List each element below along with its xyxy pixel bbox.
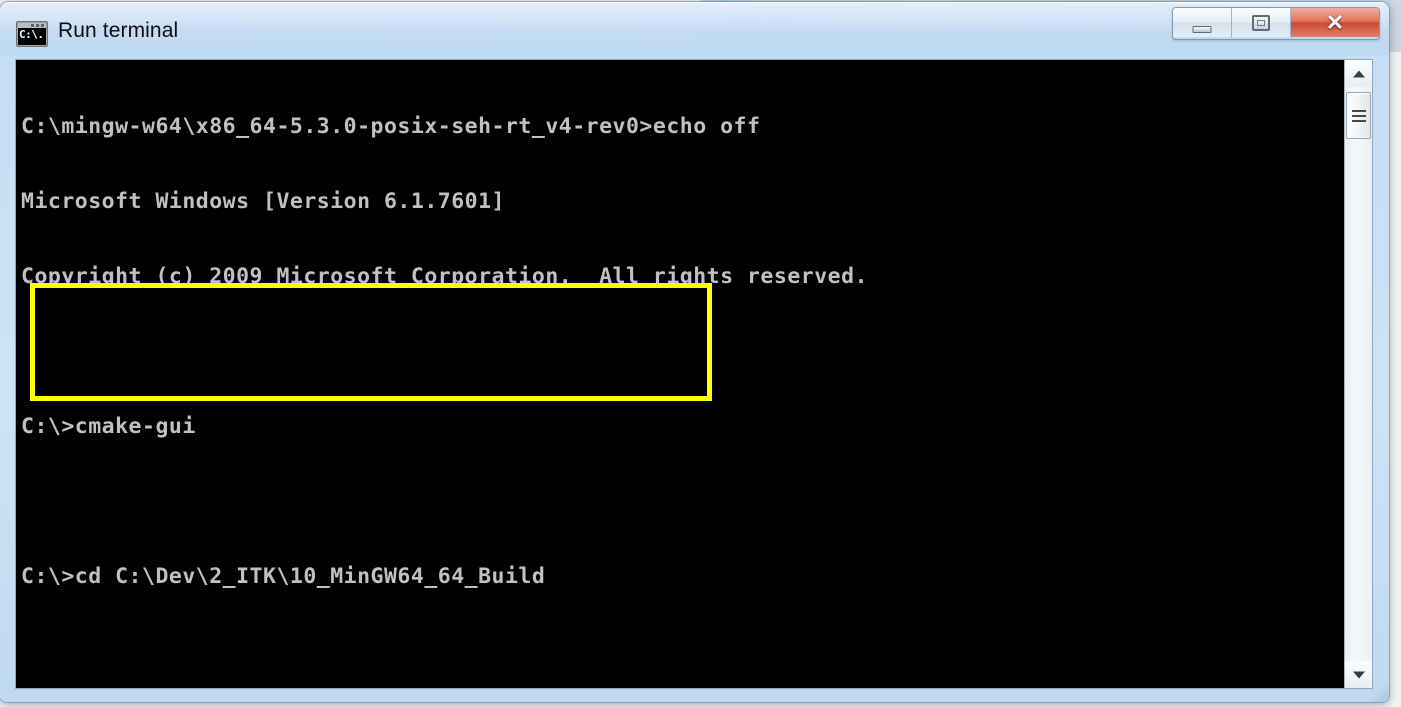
console-scrollbar[interactable] — [1344, 60, 1372, 688]
console-output: C:\mingw-w64\x86_64-5.3.0-posix-seh-rt_v… — [21, 64, 1342, 688]
console-line: Copyright (c) 2009 Microsoft Corporation… — [21, 264, 868, 289]
terminal-window: C:\. Run terminal ✕ C:\mingw-w64\x86_64-… — [0, 2, 1389, 702]
thumb-grip-line — [1352, 115, 1366, 117]
scroll-up-arrow-icon — [1352, 70, 1365, 77]
thumb-grip-line — [1352, 110, 1366, 112]
maximize-icon — [1252, 14, 1270, 31]
screen: C:\. Run terminal ✕ C:\mingw-w64\x86_64-… — [0, 0, 1401, 707]
console-line: C:\>cmake-gui — [21, 414, 196, 439]
minimize-icon — [1192, 25, 1212, 33]
thumb-grip-line — [1352, 120, 1366, 122]
console-client-area[interactable]: C:\mingw-w64\x86_64-5.3.0-posix-seh-rt_v… — [16, 60, 1372, 688]
window-titlebar[interactable]: C:\. Run terminal ✕ — [0, 2, 1389, 56]
cmd-icon-text: C:\. — [18, 28, 46, 45]
minimize-button[interactable] — [1173, 8, 1232, 37]
scroll-thumb[interactable] — [1346, 92, 1371, 139]
maximize-button[interactable] — [1232, 8, 1291, 37]
window-resize-corner[interactable] — [1369, 682, 1389, 702]
window-caption-buttons: ✕ — [1172, 7, 1380, 40]
console-line: C:\>cd C:\Dev\2_ITK\10_MinGW64_64_Build — [21, 564, 546, 589]
console-line: C:\mingw-w64\x86_64-5.3.0-posix-seh-rt_v… — [21, 114, 761, 139]
scroll-down-button[interactable] — [1345, 661, 1372, 688]
scroll-down-arrow-icon — [1352, 671, 1365, 678]
console-line: Microsoft Windows [Version 6.1.7601] — [21, 189, 505, 214]
scroll-up-button[interactable] — [1345, 60, 1372, 87]
close-icon: ✕ — [1325, 9, 1345, 35]
cmd-console-icon: C:\. — [16, 21, 48, 47]
window-title: Run terminal — [58, 19, 179, 42]
close-button[interactable]: ✕ — [1291, 8, 1379, 37]
